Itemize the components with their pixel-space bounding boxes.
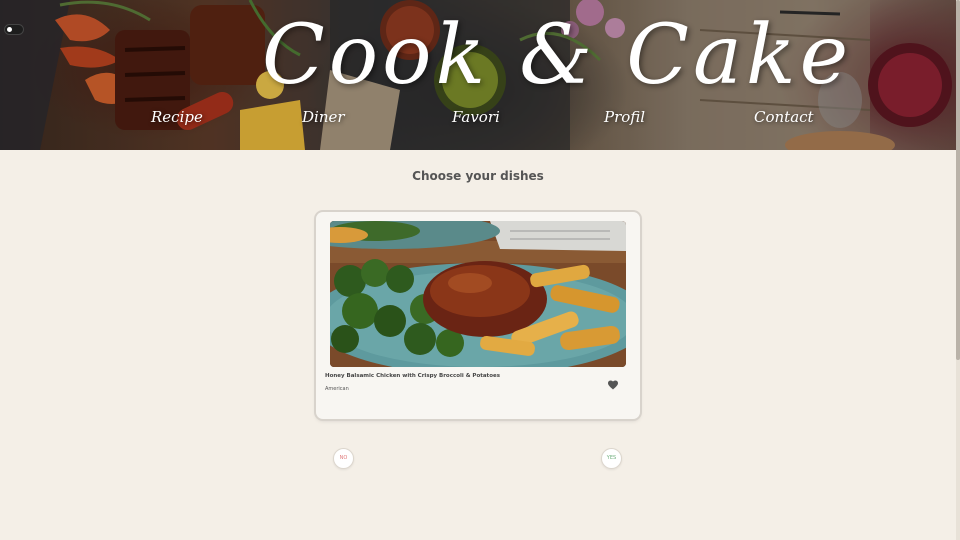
nav-item-recipe[interactable]: Recipe [151,106,203,128]
dish-cuisine: American [325,386,349,392]
nav-item-profil[interactable]: Profil [604,106,645,128]
no-button[interactable]: NO [333,448,354,469]
nav-item-favori[interactable]: Favori [452,106,500,128]
dish-image [330,221,626,367]
favorite-button[interactable] [607,378,619,390]
theme-toggle[interactable] [4,24,24,35]
nav-item-contact[interactable]: Contact [754,106,814,128]
page-title: Choose your dishes [412,169,544,183]
heart-icon [608,380,618,390]
vertical-scrollbar[interactable] [956,0,960,540]
hero-banner: Cook & Cake Recipe Diner Favori Profil C… [0,0,956,150]
yes-button[interactable]: YES [601,448,622,469]
brand-logo: Cook & Cake [262,8,853,103]
toggle-switch-icon [7,27,12,32]
dish-name: Honey Balsamic Chicken with Crispy Brocc… [325,373,500,379]
nav-item-diner[interactable]: Diner [302,106,345,128]
dish-card[interactable]: Honey Balsamic Chicken with Crispy Brocc… [316,212,640,419]
scrollbar-thumb[interactable] [956,0,960,360]
